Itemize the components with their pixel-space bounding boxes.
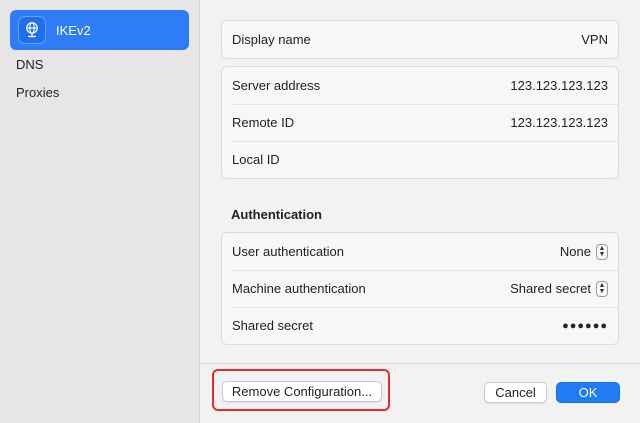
authentication-group: User authentication None ▲ ▼ Machine auth… xyxy=(221,232,619,345)
remove-configuration-button[interactable]: Remove Configuration... xyxy=(222,381,382,402)
sidebar-item-ikev2[interactable]: IKEv2 xyxy=(10,10,189,50)
globe-network-icon xyxy=(18,16,46,44)
main-panel: Display name VPN Server address 123.123.… xyxy=(200,0,640,423)
general-group: Display name VPN xyxy=(221,20,619,59)
display-name-row[interactable]: Display name VPN xyxy=(222,21,618,58)
ok-button[interactable]: OK xyxy=(556,382,620,403)
local-id-label: Local ID xyxy=(232,152,280,167)
remote-id-field[interactable]: 123.123.123.123 xyxy=(510,115,608,130)
server-address-label: Server address xyxy=(232,78,321,93)
cancel-button[interactable]: Cancel xyxy=(484,382,547,403)
sidebar-item-label: IKEv2 xyxy=(56,22,91,38)
shared-secret-field[interactable]: ●●●●●● xyxy=(562,320,608,332)
server-group: Server address 123.123.123.123 Remote ID… xyxy=(221,66,619,179)
user-authentication-row[interactable]: User authentication None ▲ ▼ xyxy=(222,233,618,270)
machine-authentication-row[interactable]: Machine authentication Shared secret ▲ ▼ xyxy=(222,270,618,307)
authentication-heading: Authentication xyxy=(231,207,322,222)
shared-secret-row[interactable]: Shared secret ●●●●●● xyxy=(222,307,618,344)
remote-id-row[interactable]: Remote ID 123.123.123.123 xyxy=(222,104,618,141)
user-authentication-value: None xyxy=(559,244,591,259)
machine-authentication-label: Machine authentication xyxy=(232,281,366,296)
server-address-row[interactable]: Server address 123.123.123.123 xyxy=(222,67,618,104)
user-authentication-label: User authentication xyxy=(232,244,345,259)
machine-authentication-value: Shared secret xyxy=(510,281,591,296)
server-address-field[interactable]: 123.123.123.123 xyxy=(510,78,608,93)
user-authentication-popup[interactable]: None ▲ ▼ xyxy=(559,243,608,260)
shared-secret-label: Shared secret xyxy=(232,318,313,333)
machine-authentication-popup[interactable]: Shared secret ▲ ▼ xyxy=(510,280,608,297)
sidebar: IKEv2 DNS Proxies xyxy=(0,0,200,423)
display-name-label: Display name xyxy=(232,32,311,47)
display-name-field[interactable]: VPN xyxy=(581,32,608,47)
sidebar-item-proxies[interactable]: Proxies xyxy=(10,78,189,106)
sidebar-item-label: Proxies xyxy=(16,84,60,100)
footer-divider xyxy=(200,363,640,364)
up-down-chevron-icon: ▲ ▼ xyxy=(596,280,608,297)
remote-id-label: Remote ID xyxy=(232,115,295,130)
vpn-settings-window: IKEv2 DNS Proxies Display name VPN Serve… xyxy=(0,0,640,423)
up-down-chevron-icon: ▲ ▼ xyxy=(596,243,608,260)
sidebar-item-label: DNS xyxy=(16,56,44,72)
local-id-row[interactable]: Local ID xyxy=(222,141,618,178)
sidebar-item-dns[interactable]: DNS xyxy=(10,50,189,78)
